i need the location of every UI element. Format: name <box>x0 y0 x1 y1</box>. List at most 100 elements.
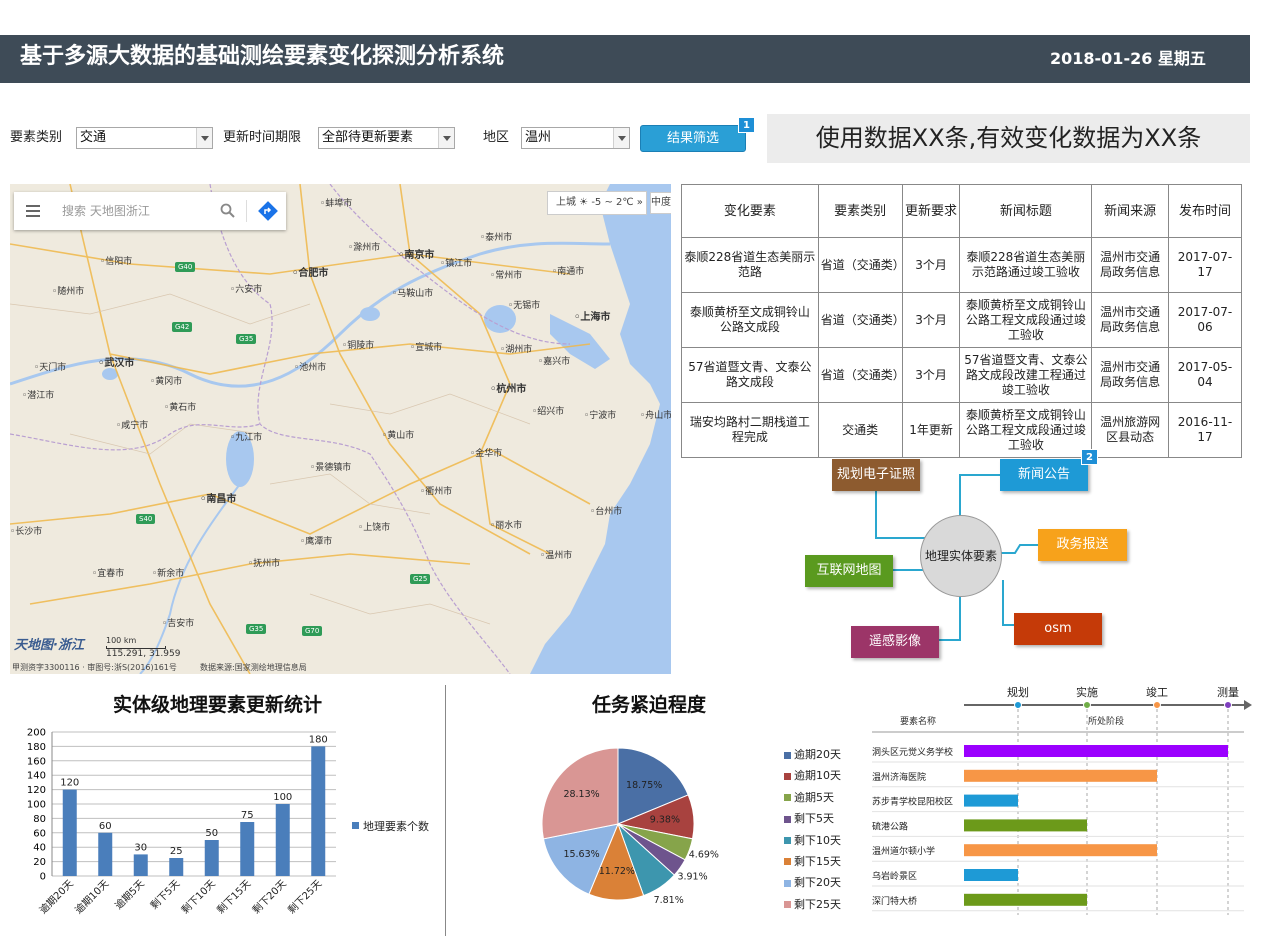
filter-results-button[interactable]: 结果筛选 <box>640 125 746 152</box>
category-select[interactable]: 交通 <box>76 127 213 149</box>
map-search-input[interactable]: 搜索 天地图浙江 <box>62 201 150 221</box>
bar[interactable] <box>204 840 219 876</box>
node-internet-map[interactable]: 互联网地图 <box>805 555 893 587</box>
map-city-label[interactable]: ◦上海市 <box>574 308 610 323</box>
map-city-label[interactable]: ◦黄山市 <box>382 428 414 441</box>
center-node[interactable]: 地理实体要素 <box>920 515 1002 597</box>
map-city-label[interactable]: ◦宣城市 <box>410 340 442 353</box>
map-city-label[interactable]: ◦衢州市 <box>420 484 452 497</box>
node-remote-sensing[interactable]: 遥感影像 <box>851 626 939 658</box>
directions-icon[interactable] <box>258 201 278 221</box>
gantt-bar[interactable] <box>964 794 1018 807</box>
map-city-label[interactable]: ◦南昌市 <box>200 490 236 505</box>
menu-icon[interactable] <box>26 205 40 217</box>
map-city-label[interactable]: ◦上饶市 <box>358 520 390 533</box>
map-city-label[interactable]: ◦池州市 <box>294 360 326 373</box>
node-osm[interactable]: osm <box>1014 613 1102 645</box>
map-city-label[interactable]: ◦马鞍山市 <box>392 286 433 299</box>
node-planning-license[interactable]: 规划电子证照 <box>832 459 920 491</box>
map-view[interactable]: ◦南京市 ◦合肥市 ◦上海市 ◦武汉市 ◦杭州市 ◦南昌市 ◦蚌埠市 ◦泰州市 ◦滁州市 ◦镇江市… <box>10 184 671 674</box>
bar-chart: 0 20 40 60 80 100 120 140 160 180 200 120 逾期20天 60 逾期1… <box>27 728 429 917</box>
bar-data-label: 120 <box>60 778 79 789</box>
table-cell: 交通类 <box>817 402 903 458</box>
map-city-label[interactable]: ◦黄冈市 <box>150 374 182 387</box>
table-cell: 省道（交通类） <box>817 347 905 403</box>
map-city-label[interactable]: ◦绍兴市 <box>532 404 564 417</box>
map-city-label[interactable]: ◦铜陵市 <box>342 338 374 351</box>
bar[interactable] <box>62 789 77 876</box>
search-icon[interactable] <box>220 203 236 219</box>
table-row[interactable]: 57省道暨文青、文泰公路文成段 省道（交通类） 3个月 57省道暨文青、文泰公路文成段… <box>681 347 1242 403</box>
map-city-label[interactable]: ◦随州市 <box>52 284 84 297</box>
gantt-bar[interactable] <box>964 869 1018 881</box>
pie-legend-item: 剩下20天 <box>784 874 841 895</box>
map-city-label[interactable]: ◦九江市 <box>230 430 262 443</box>
map-city-label[interactable]: ◦天门市 <box>34 360 66 373</box>
legend-swatch <box>784 858 791 866</box>
map-city-label[interactable]: ◦南京市 <box>398 246 434 261</box>
map-city-label[interactable]: ◦景德镇市 <box>310 460 351 473</box>
news-table-body: 泰顺228省道生态美丽示范路 省道（交通类） 3个月 泰顺228省道生态美丽示范路通过… <box>681 237 1242 458</box>
region-select[interactable]: 温州 <box>521 127 630 149</box>
y-tick-label: 80 <box>33 814 46 825</box>
stage-marker <box>1014 701 1022 709</box>
bar[interactable] <box>275 804 290 876</box>
pie-data-label: 28.13% <box>563 789 599 800</box>
map-city-label[interactable]: ◦常州市 <box>490 268 522 281</box>
map-city-label[interactable]: ◦六安市 <box>230 282 262 295</box>
map-city-label[interactable]: ◦湖州市 <box>500 342 532 355</box>
table-row[interactable]: 泰顺黄桥至文成铜铃山公路文成段 省道（交通类） 3个月 泰顺黄桥至文成铜铃山公路工程文… <box>681 292 1242 348</box>
table-cell: 2017-07-06 <box>1168 292 1242 348</box>
table-row[interactable]: 瑞安均路村二期栈道工程完成 交通类 1年更新 泰顺黄桥至文成铜铃山公路工程文成段通过竣… <box>681 402 1242 458</box>
map-city-label[interactable]: ◦蚌埠市 <box>320 196 352 209</box>
bar[interactable] <box>311 746 326 876</box>
y-tick-label: 20 <box>33 857 46 868</box>
map-city-label[interactable]: ◦武汉市 <box>98 354 134 369</box>
weather-widget[interactable]: 上城 ☀ -5 ~ 2℃ » <box>547 191 647 215</box>
map-city-label[interactable]: ◦鹰潭市 <box>300 534 332 547</box>
map-city-label[interactable]: ◦温州市 <box>540 548 572 561</box>
node-gov-report[interactable]: 政务报送 <box>1038 529 1127 561</box>
map-city-label[interactable]: ◦南通市 <box>552 264 584 277</box>
map-city-label[interactable]: ◦丽水市 <box>490 518 522 531</box>
map-city-label[interactable]: ◦宁波市 <box>584 408 616 421</box>
map-layer-button[interactable]: 中度 <box>650 192 671 214</box>
table-row[interactable]: 泰顺228省道生态美丽示范路 省道（交通类） 3个月 泰顺228省道生态美丽示范路通过… <box>681 237 1242 293</box>
map-city-label[interactable]: ◦滁州市 <box>348 240 380 253</box>
map-city-label[interactable]: ◦合肥市 <box>292 264 328 279</box>
map-city-label[interactable]: ◦嘉兴市 <box>538 354 570 367</box>
gantt-bar[interactable] <box>964 745 1228 757</box>
map-city-label[interactable]: ◦泰州市 <box>480 230 512 243</box>
gantt-bar[interactable] <box>964 769 1157 782</box>
node-news-announcement[interactable]: 新闻公告 <box>1000 459 1088 491</box>
map-city-label[interactable]: ◦新余市 <box>152 566 184 579</box>
gantt-bar[interactable] <box>964 893 1087 906</box>
gantt-bar[interactable] <box>964 819 1087 832</box>
bar[interactable] <box>98 832 113 876</box>
gantt-bar[interactable] <box>964 844 1157 857</box>
map-search-box[interactable]: 搜索 天地图浙江 <box>14 192 286 230</box>
bar[interactable] <box>240 822 255 876</box>
map-city-label[interactable]: ◦潜江市 <box>22 388 54 401</box>
map-city-label[interactable]: ◦黄石市 <box>164 400 196 413</box>
bar-data-label: 25 <box>170 846 183 857</box>
map-city-label[interactable]: ◦舟山市 <box>640 408 671 421</box>
period-select-value: 全部待更新要素 <box>322 130 414 145</box>
map-city-label[interactable]: ◦长沙市 <box>10 524 42 537</box>
x-tick-label: 剩下5天 <box>147 877 182 912</box>
map-city-label[interactable]: ◦吉安市 <box>162 616 194 629</box>
map-city-label[interactable]: ◦宜春市 <box>92 566 124 579</box>
bar[interactable] <box>133 854 148 876</box>
map-city-label[interactable]: ◦咸宁市 <box>116 418 148 431</box>
map-city-label[interactable]: ◦金华市 <box>470 446 502 459</box>
map-city-label[interactable]: ◦杭州市 <box>490 380 526 395</box>
x-tick-label: 剩下15天 <box>214 877 253 916</box>
map-city-label[interactable]: ◦无锡市 <box>508 298 540 311</box>
map-city-label[interactable]: ◦镇江市 <box>440 256 472 269</box>
period-select[interactable]: 全部待更新要素 <box>318 127 455 149</box>
legend-label: 逾期20天 <box>794 748 841 761</box>
map-city-label[interactable]: ◦信阳市 <box>100 254 132 267</box>
map-city-label[interactable]: ◦台州市 <box>590 504 622 517</box>
bar[interactable] <box>169 858 184 876</box>
map-city-label[interactable]: ◦抚州市 <box>248 556 280 569</box>
